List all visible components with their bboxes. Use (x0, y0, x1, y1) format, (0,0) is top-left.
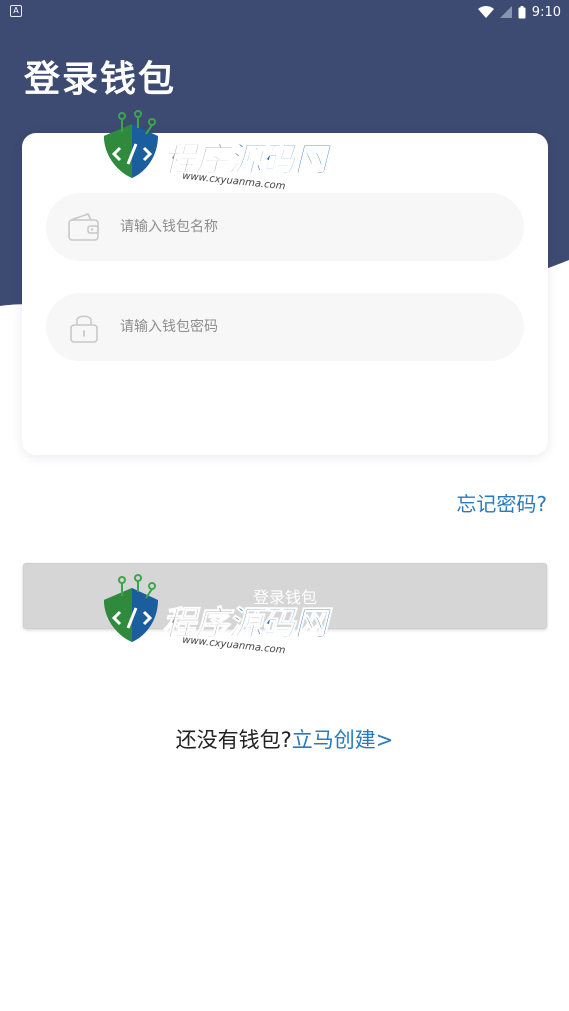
lock-icon (70, 315, 98, 343)
watermark-url: www.cxyuanma.com (181, 634, 286, 657)
signal-icon (499, 6, 512, 18)
wallet-icon (68, 213, 99, 241)
status-bar: A 9:10 (0, 0, 569, 24)
wallet-name-field[interactable] (46, 193, 524, 261)
status-time: 9:10 (531, 4, 561, 20)
login-card (22, 133, 548, 455)
login-wallet-button[interactable]: 登录钱包 (23, 563, 547, 629)
register-prompt: 还没有钱包? (175, 728, 292, 752)
register-row: 还没有钱包?立马创建> (0, 724, 569, 754)
forgot-password-link[interactable]: 忘记密码? (456, 488, 547, 517)
create-wallet-link[interactable]: 立马创建> (292, 728, 394, 752)
wallet-password-field[interactable] (46, 293, 524, 361)
page-title: 登录钱包 (24, 59, 177, 100)
wallet-name-input[interactable] (120, 193, 500, 261)
wallet-password-input[interactable] (120, 293, 500, 361)
notification-icon: A (10, 5, 22, 17)
battery-icon (518, 5, 526, 18)
wifi-icon (477, 6, 494, 18)
